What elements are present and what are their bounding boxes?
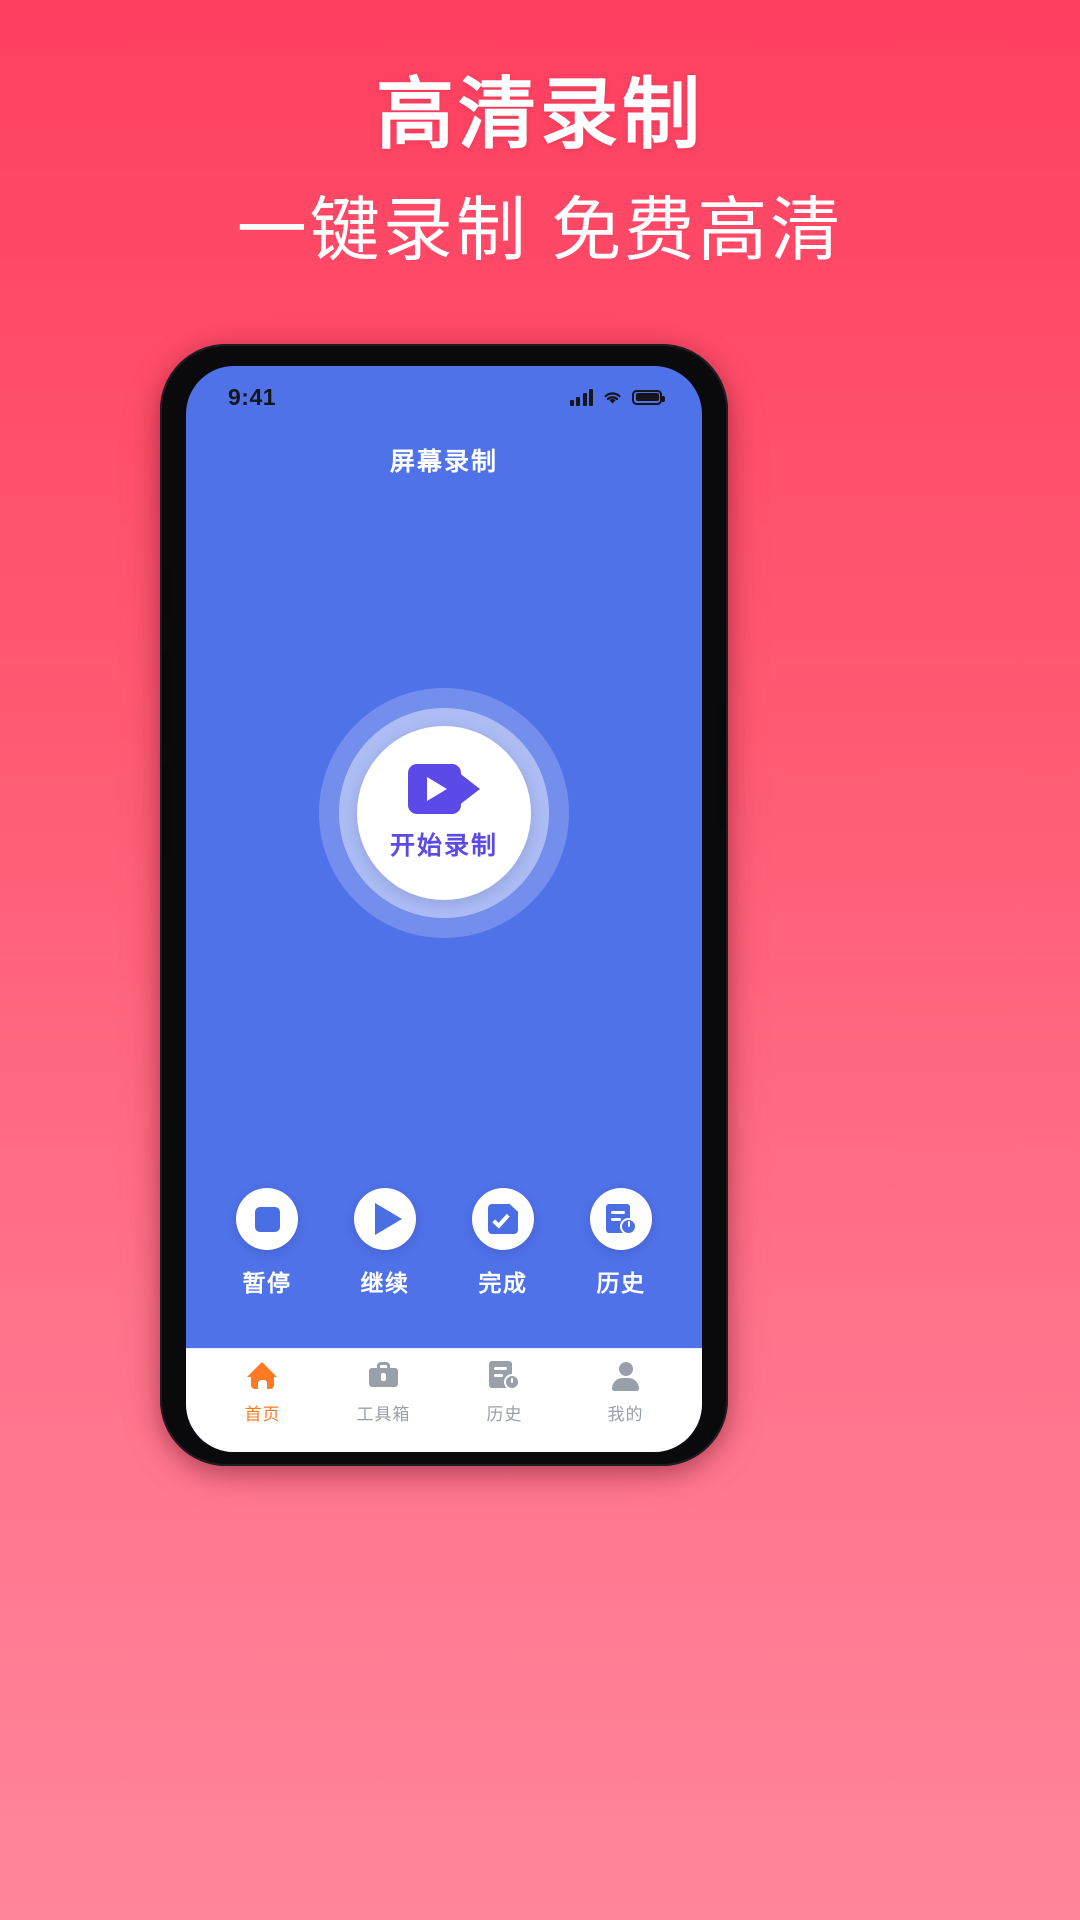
tab-toolbox[interactable]: 工具箱 [334, 1360, 434, 1425]
start-recording-button[interactable]: 开始录制 [319, 688, 569, 938]
bottom-tab-bar: 首页 工具箱 历史 我的 [186, 1348, 702, 1452]
play-triangle-icon [375, 1203, 402, 1235]
tab-home-label: 首页 [244, 1405, 281, 1424]
tab-profile[interactable]: 我的 [576, 1360, 676, 1425]
app-bar-title: 屏幕录制 [389, 448, 498, 476]
wifi-icon [604, 392, 621, 404]
promo-header: 高清录制 一键录制 免费高清 [0, 0, 1080, 330]
record-area: 开始录制 [186, 498, 702, 1188]
action-history-label: 历史 [596, 1270, 646, 1296]
status-bar-icons [569, 388, 665, 406]
document-clock-icon [605, 1203, 637, 1235]
phone-body: 9:41 屏幕录制 开始录制 暂停 继续 完成 历史 首页 工具箱 历史 我的 [160, 344, 728, 1466]
signal-bars-icon [569, 388, 593, 406]
tab-home[interactable]: 首页 [213, 1360, 313, 1425]
stop-square-icon [254, 1206, 280, 1232]
tab-history[interactable]: 历史 [455, 1360, 555, 1425]
action-resume-circle [354, 1188, 416, 1250]
phone-power-button[interactable] [717, 704, 726, 828]
promo-subtitle: 一键录制 免费高清 [236, 191, 844, 270]
action-pause-circle [236, 1188, 298, 1250]
video-camera-play-icon [407, 764, 480, 814]
phone-mockup: 9:41 屏幕录制 开始录制 暂停 继续 完成 历史 首页 工具箱 历史 我的 [152, 340, 732, 1470]
battery-icon [632, 389, 665, 405]
status-bar-time: 9:41 [228, 383, 277, 410]
document-check-icon [488, 1204, 518, 1234]
phone-screen: 9:41 屏幕录制 开始录制 暂停 继续 完成 历史 首页 工具箱 历史 我的 [186, 366, 702, 1452]
promo-title: 高清录制 [375, 70, 704, 158]
action-finish-circle [472, 1188, 534, 1250]
tab-profile-label: 我的 [607, 1405, 644, 1424]
phone-mute-switch[interactable] [162, 566, 171, 618]
document-clock-icon [489, 1360, 520, 1391]
toolbox-icon [368, 1360, 399, 1391]
action-finish-label: 完成 [478, 1270, 528, 1296]
status-bar: 9:41 [186, 366, 702, 422]
start-recording-label: 开始录制 [389, 832, 498, 860]
action-pause-label: 暂停 [242, 1270, 292, 1296]
action-button-row: 暂停 继续 完成 历史 [186, 1188, 702, 1348]
home-icon [247, 1360, 278, 1391]
phone-volume-up-button[interactable] [162, 652, 171, 742]
tab-toolbox-label: 工具箱 [356, 1405, 411, 1424]
person-icon [610, 1360, 641, 1391]
action-history-button[interactable]: 历史 [571, 1188, 671, 1298]
tab-history-label: 历史 [486, 1405, 523, 1424]
phone-volume-down-button[interactable] [162, 764, 171, 854]
action-resume-button[interactable]: 继续 [335, 1188, 435, 1298]
action-resume-label: 继续 [360, 1270, 410, 1296]
action-history-circle [590, 1188, 652, 1250]
record-button-content: 开始录制 [390, 764, 498, 862]
action-finish-button[interactable]: 完成 [453, 1188, 553, 1298]
app-bar: 屏幕录制 [186, 422, 702, 498]
action-pause-button[interactable]: 暂停 [217, 1188, 317, 1298]
